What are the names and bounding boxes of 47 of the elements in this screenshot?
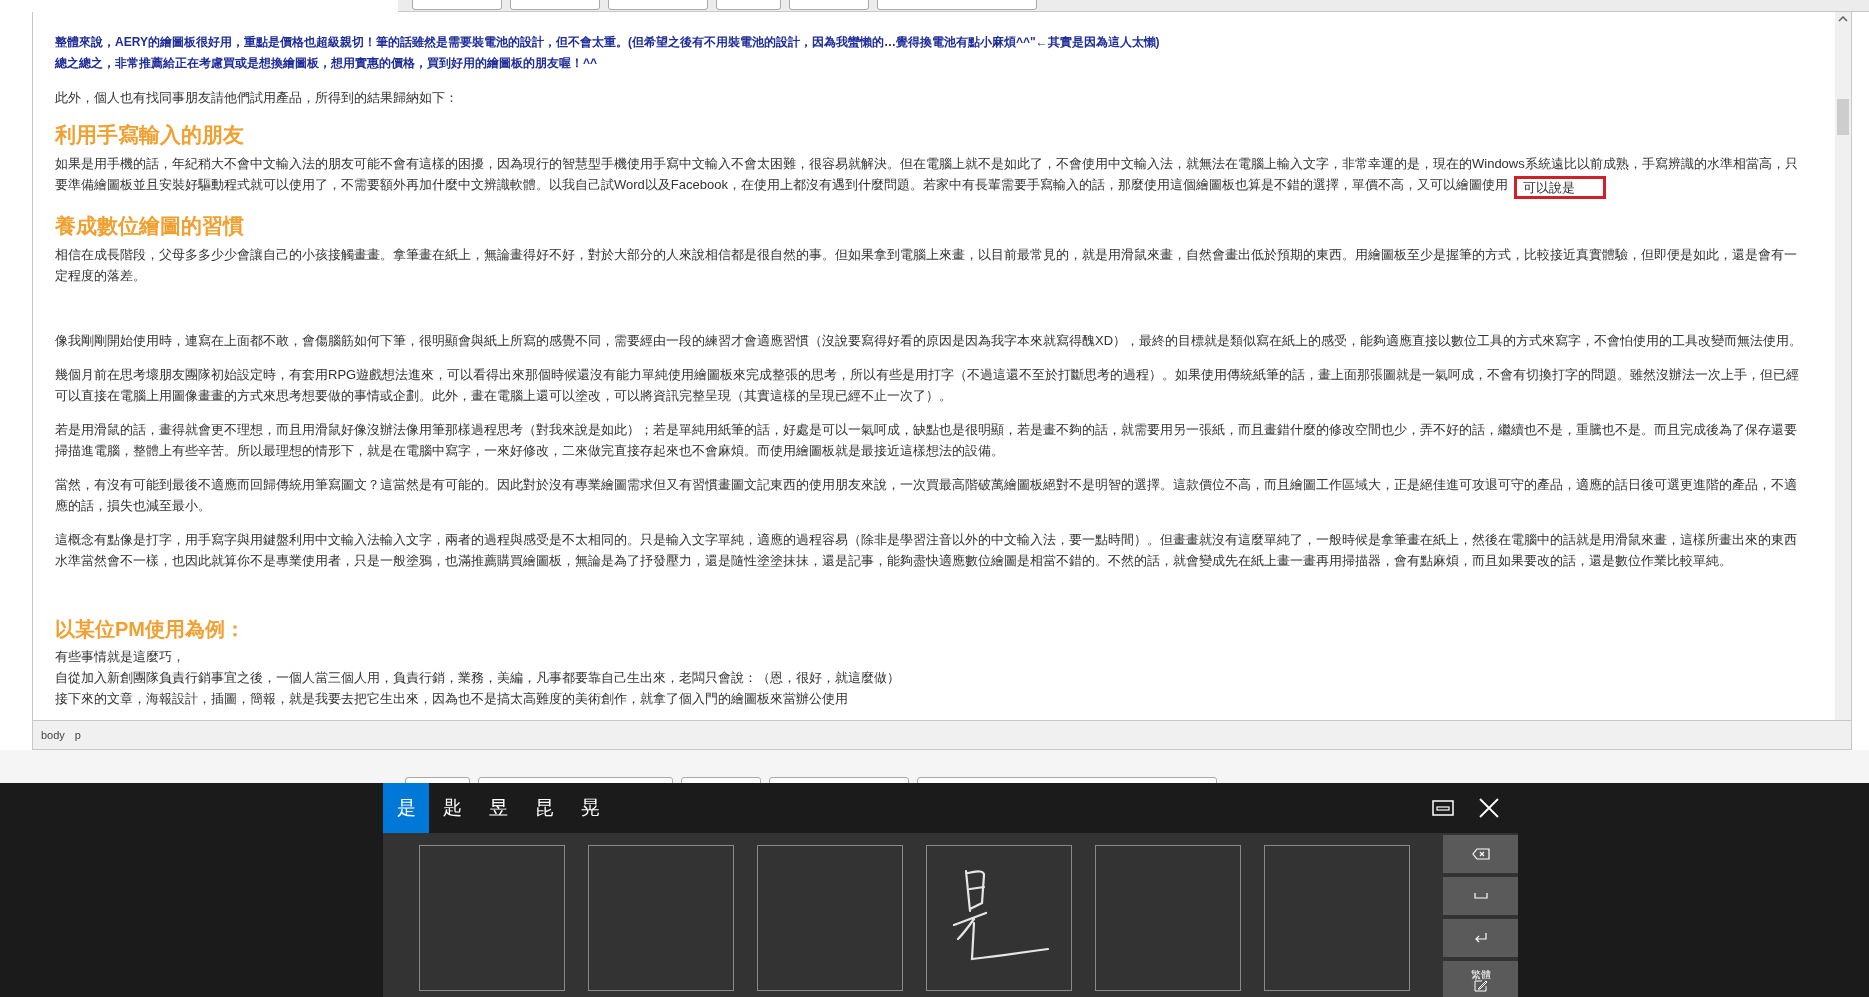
- section-heading: 養成數位繪圖的習慣: [55, 213, 245, 240]
- writing-box[interactable]: [1264, 845, 1410, 991]
- paragraph: 像我剛剛開始使用時，連寫在上面都不敢，會傷腦筋如何下筆，很明顯會與紙上所寫的感覺不同，需要經由一段的練習才會適應習慣（沒說要寫得好看的原因是因為我字本來就寫得醜XD），最終的目標就是類似寫在紙上的感受，能夠適應直接以數位工具的方式來寫字，不會怕使用的工具改變而無法使用。: [55, 332, 1804, 350]
- writing-box[interactable]: [1095, 845, 1241, 991]
- scroll-up-icon[interactable]: [1838, 16, 1848, 22]
- writing-box[interactable]: [588, 845, 734, 991]
- script-toggle-key[interactable]: 繁體: [1443, 961, 1518, 997]
- text-line: 有些事情就是這麼巧，: [55, 648, 186, 666]
- close-icon[interactable]: [1478, 797, 1500, 819]
- toolbar-button-group[interactable]: [877, 0, 1037, 10]
- enter-icon: [1473, 933, 1488, 943]
- emphasis-line: 總之總之，非常推薦給正在考慮買或是想換繪圖板，想用實惠的價格，買到好用的繪圖板的朋友喔！^^: [55, 55, 598, 72]
- section-heading: 利用手寫輸入的朋友: [55, 122, 245, 149]
- composition-text[interactable]: 可以說是: [1513, 176, 1606, 199]
- toolbar-button[interactable]: [510, 0, 600, 10]
- candidate[interactable]: 昆: [521, 783, 567, 833]
- scrollbar-thumb[interactable]: [1837, 99, 1849, 135]
- paragraph: 幾個月前在思考壞朋友團隊初始設定時，有套用RPG遊戲想法進來，可以看得出來那個時候還沒有能力單純使用繪圖板來完成整張的思考，所以有些是用打字（不過這還不至於打斷思考的過程）。如果使用傳統紙筆的話，畫上面那張圖就是一氣呵成，不會有切換打字的問題。雖然沒辦法一次上手，但已經可以直接在電腦上用圖像畫畫的方式來思考想要做的事情或企劃。此外，畫在電腦上還可以塗改，可以將資訊完整呈現（其實這樣的呈現已經不止一次了）。: [55, 366, 1801, 405]
- candidate[interactable]: 晃: [567, 783, 613, 833]
- emphasis-line: 整體來說，AERY的繪圖板很好用，重點是價格也超級親切！筆的話雖然是需要裝電池的設計，但不會太重。(但希望之後有不用裝電池的設計，因為我蠻懶的…覺得換電池有點小麻煩^^"←其實是因為這人太懶): [55, 34, 1161, 51]
- toolbar-button[interactable]: [412, 0, 502, 10]
- keyboard-icon[interactable]: [1432, 800, 1454, 816]
- candidate[interactable]: 昱: [475, 783, 521, 833]
- candidate[interactable]: 匙: [429, 783, 475, 833]
- element-path-item[interactable]: body: [41, 726, 65, 744]
- text-line: 接下來的文章，海報設計，插圖，簡報，就是我要去把它生出來，因為也不是搞太高難度的美術創作，就拿了個入門的繪圖板來當辦公使用: [55, 690, 849, 708]
- candidate[interactable]: 是: [383, 783, 429, 833]
- writing-box[interactable]: [419, 845, 565, 991]
- scrollbar[interactable]: [1835, 12, 1851, 720]
- pen-icon: [1473, 979, 1488, 992]
- section-heading: 以某位PM使用為例：: [55, 617, 246, 642]
- toolbar-button[interactable]: [608, 0, 708, 10]
- writing-box[interactable]: [926, 845, 1072, 991]
- toolbar-button[interactable]: [716, 0, 781, 10]
- backspace-icon: [1471, 848, 1490, 860]
- toolbar-button-group[interactable]: [789, 0, 869, 10]
- space-icon: [1473, 893, 1488, 899]
- backspace-key[interactable]: [1443, 835, 1518, 873]
- paragraph: 此外，個人也有找同事朋友請他們試用產品，所得到的結果歸納如下：: [55, 89, 459, 107]
- paragraph: 這概念有點像是打字，用手寫字與用鍵盤利用中文輸入法輸入文字，兩者的過程與感受是不太相同的。只是輸入文字單純，適應的過程容易（除非是學習注音以外的中文輸入法，要一點時間）。但畫畫就沒有這麼單純了，一般時候是拿筆畫在紙上，然後在電腦中的話就是用滑鼠來畫，這樣所畫出來的東西水準當然會不一樣，也因此就算你不是專業使用者，只是一般塗鴉，也滿推薦購買繪圖板，無論是為了抒發壓力，還是隨性塗塗抹抹，還是記事，能夠盡快適應數位繪圖是相當不錯的。不然的話，就會變成先在紙上畫一畫再用掃描器，會有點麻煩，而且如果要改的話，還是數位作業比較單純。: [55, 531, 1798, 570]
- writing-box[interactable]: [757, 845, 903, 991]
- paragraph: 當然，有沒有可能到最後不適應而回歸傳統用筆寫圖文？這當然是有可能的。因此對於沒有專業繪圖需求但又有習慣畫圖文記東西的使用朋友來說，一次買最高階破萬繪圖板絕對不是明智的選擇。這款價位不高，而且繪圖工作區域大，正是絕佳進可攻退可守的產品，適應的話日後可選更進階的產品，不適應的話，損失也減至最小。: [55, 476, 1798, 515]
- element-path-item[interactable]: p: [74, 726, 81, 744]
- paragraph: 若是用滑鼠的話，畫得就會更不理想，而且用滑鼠好像沒辦法像用筆那樣過程思考（對我來說是如此）；若是單純用紙筆的話，好處是可以一氣呵成，缺點也是很明顯，若是畫不夠的話，就需要用另一張紙，而且畫錯什麼的修改空間也少，弄不好的話，繼續也不是，重騰也不是。而且完成後為了保存還要掃描進電腦，整體上有些辛苦。所以最理想的情形下，就是在電腦中寫字，一來好修改，二來做完直接存起來也不會麻煩。而使用繪圖板就是最接近這樣想法的設備。: [55, 421, 1798, 460]
- paragraph: 如果是用手機的話，年紀稍大不會中文輸入法的朋友可能不會有這樣的困擾，因為現行的智慧型手機使用手寫中文輸入不會太困難，很容易就解決。但在電腦上就不是如此了，不會使用中文輸入法，就無法在電腦上輸入文字，非常幸運的是，現在的Windows系統遠比以前成熟，手寫辨識的水準相當高，只要準備繪圖板並且安裝好驅動程式就可以使用了，不需要額外再加什麼中文辨識軟體。以我自己試Word以及Facebook，在使用上都沒有遇到什麼問題。若家中有長輩需要手寫輸入的話，那麼使用這個繪圖板也算是不錯的選擇，單價不高，又可以繪圖使用 可以說是: [55, 153, 1809, 199]
- paragraph: 相信在成長階段，父母多多少少會讓自己的小孩接觸畫畫。拿筆畫在紙上，無論畫得好不好，對於大部分的人來說相信都是很自然的事。但如果拿到電腦上來畫，以目前最常見的，就是用滑鼠來畫，自然會畫出低於預期的東西。用繪圖板至少是握筆的方式，比較接近真實體驗，但即便是如此，還是會有一定程度的落差。: [55, 246, 1798, 285]
- text-line: 自從加入新創團隊負責行銷事宜之後，一個人當三個人用，負責行銷，業務，美編，凡事都要靠自己生出來，老闆只會說：（恩，很好，就這麼做）: [55, 669, 901, 687]
